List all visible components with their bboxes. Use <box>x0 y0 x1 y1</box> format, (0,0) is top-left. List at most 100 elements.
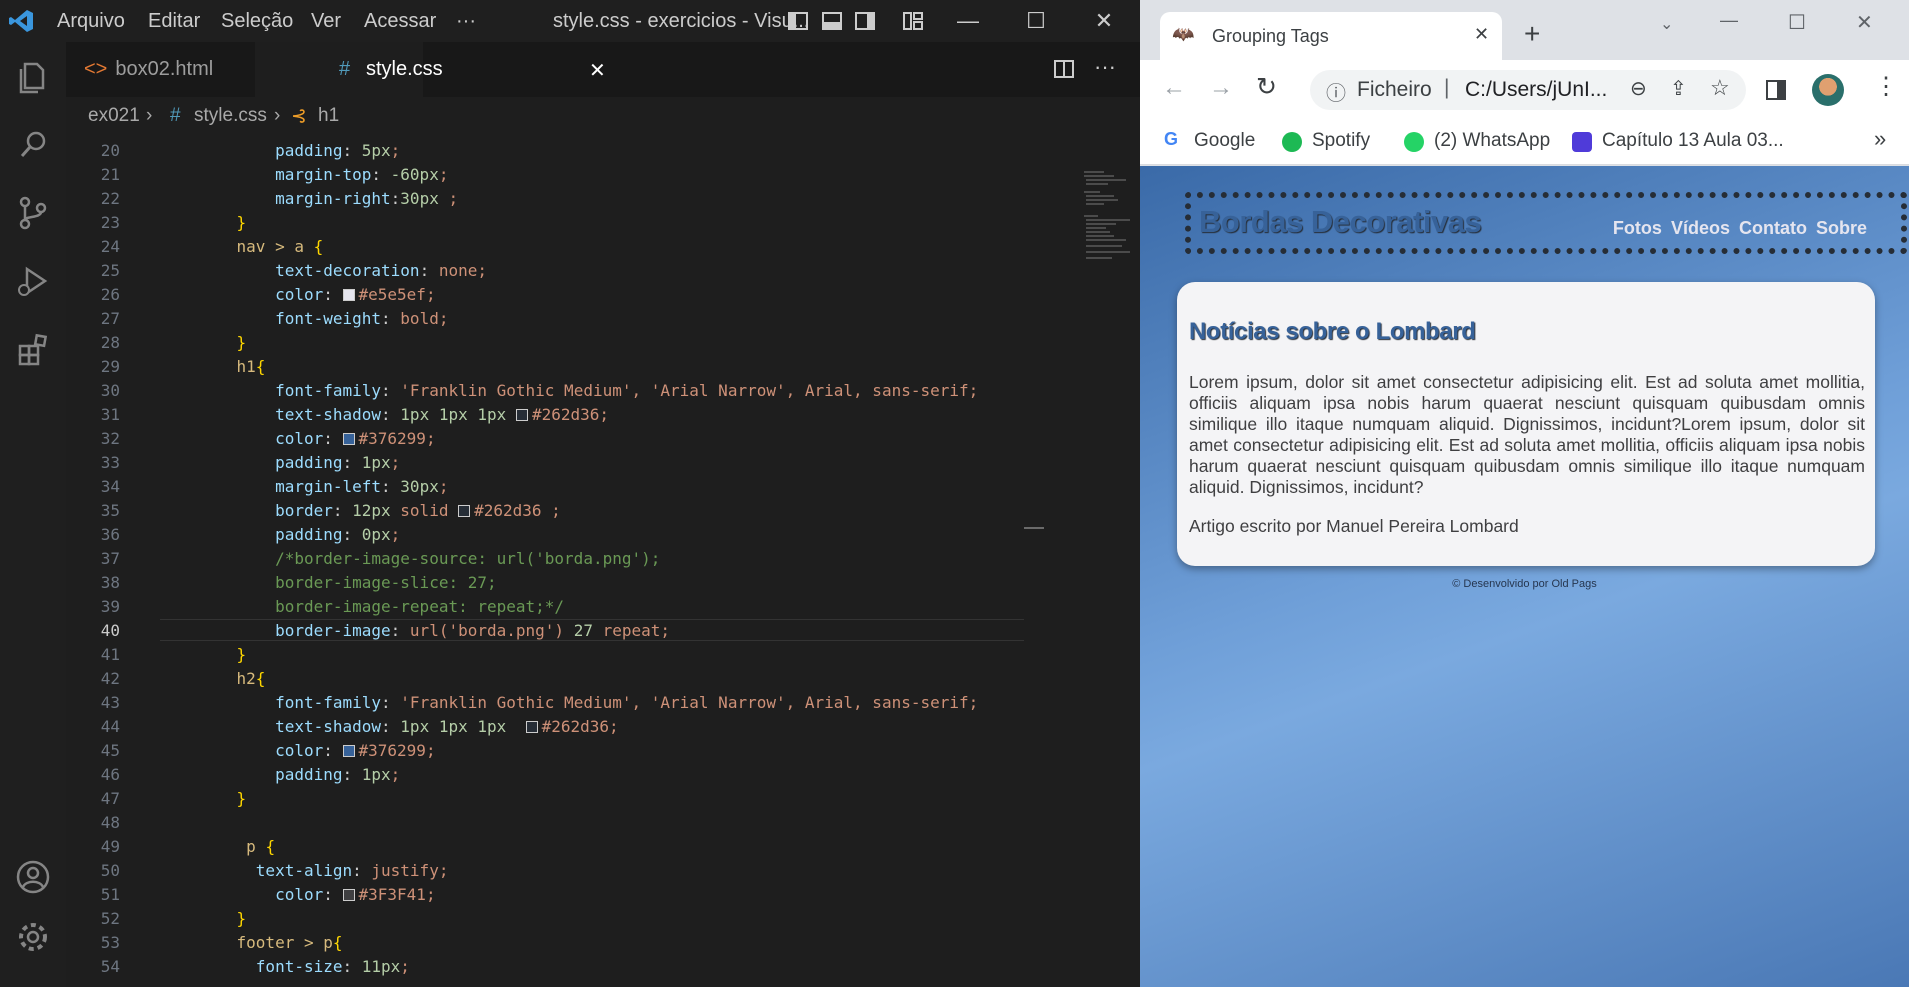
browser-menu-icon[interactable]: ⋮ <box>1874 72 1898 101</box>
code-line[interactable]: /*border-image-source: url('borda.png'); <box>198 549 660 568</box>
toggle-panel-icon[interactable] <box>822 12 842 30</box>
reload-icon[interactable]: ↻ <box>1256 72 1277 102</box>
code-line[interactable]: } <box>198 909 247 928</box>
nav-link-videos[interactable]: Vídeos <box>1671 218 1730 238</box>
maximize-button[interactable]: ☐ <box>1788 10 1806 35</box>
search-icon[interactable] <box>12 124 54 166</box>
nav-link-contato[interactable]: Contato <box>1739 218 1807 238</box>
breadcrumb-symbol[interactable]: h1 <box>318 105 339 127</box>
line-number: 31 <box>100 405 120 424</box>
customize-layout-icon[interactable] <box>903 12 923 30</box>
code-line[interactable]: padding: 1px; <box>198 765 400 784</box>
tab-style-css[interactable]: # style.css ✕ <box>255 42 606 97</box>
settings-gear-icon[interactable] <box>12 916 54 958</box>
menu-editar[interactable]: Editar <box>148 10 200 33</box>
code-line[interactable]: text-shadow: 1px 1px 1px #262d36; <box>198 405 609 424</box>
code-line[interactable]: padding: 5px; <box>198 141 400 160</box>
code-line[interactable]: text-decoration: none; <box>198 261 487 280</box>
menu-arquivo[interactable]: Arquivo <box>57 10 125 33</box>
code-line[interactable]: color: #376299; <box>198 741 436 760</box>
forward-arrow-icon[interactable]: → <box>1209 74 1233 102</box>
side-panel-icon[interactable] <box>1766 80 1786 100</box>
article-title: Notícias sobre o Lombard <box>1189 318 1476 345</box>
code-line[interactable]: font-weight: bold; <box>198 309 448 328</box>
editor-area: <> box02.html # style.css ✕ ··· ex021 › #… <box>66 42 1140 987</box>
new-tab-button[interactable]: + <box>1524 18 1540 50</box>
menu-more[interactable]: ··· <box>456 10 476 33</box>
tab-search-icon[interactable]: ⌄ <box>1660 14 1673 34</box>
bookmark-star-icon[interactable]: ☆ <box>1710 75 1730 101</box>
extensions-icon[interactable] <box>12 328 54 370</box>
browser-tab[interactable]: 🦇 Grouping Tags ✕ <box>1160 12 1502 60</box>
nav-link-sobre[interactable]: Sobre <box>1816 218 1867 238</box>
code-line[interactable]: color: #e5e5ef; <box>198 285 436 304</box>
split-editor-icon[interactable] <box>1054 59 1074 79</box>
code-line[interactable]: } <box>198 789 247 808</box>
code-line[interactable]: border-image-repeat: repeat;*/ <box>198 597 564 616</box>
bookmark-whatsapp[interactable]: (2) WhatsApp <box>1404 128 1554 156</box>
close-tab-icon[interactable]: ✕ <box>1474 24 1489 45</box>
code-line[interactable]: h2{ <box>198 669 266 688</box>
code-line[interactable]: padding: 0px; <box>198 525 400 544</box>
code-line[interactable]: border-image-slice: 27; <box>198 573 497 592</box>
code-line[interactable]: margin-left: 30px; <box>198 477 448 496</box>
close-window-button[interactable]: ✕ <box>1090 8 1118 34</box>
css-hash-icon: # <box>170 105 181 126</box>
accounts-icon[interactable] <box>12 856 54 898</box>
code-line[interactable]: font-family: 'Franklin Gothic Medium', '… <box>198 693 978 712</box>
back-arrow-icon[interactable]: ← <box>1162 74 1186 102</box>
menu-selecao[interactable]: Seleção <box>221 10 293 33</box>
minimize-button[interactable]: — <box>954 8 982 34</box>
maximize-button[interactable]: ☐ <box>1022 8 1050 34</box>
bookmark-spotify[interactable]: Spotify <box>1282 128 1412 156</box>
code-line[interactable]: text-shadow: 1px 1px 1px #262d36; <box>198 717 619 736</box>
code-line[interactable]: } <box>198 333 247 352</box>
line-number: 33 <box>100 453 120 472</box>
code-line[interactable]: font-family: 'Franklin Gothic Medium', '… <box>198 381 978 400</box>
code-line[interactable]: h1{ <box>198 357 266 376</box>
address-bar[interactable]: ⓘ Ficheiro | C:/Users/jUnI... ⊖ ⇪ ☆ <box>1310 70 1746 110</box>
minimap[interactable] <box>1024 135 1140 987</box>
code-line[interactable]: margin-right:30px ; <box>198 189 458 208</box>
code-line[interactable]: nav > a { <box>198 237 324 256</box>
explorer-icon[interactable] <box>12 56 54 98</box>
run-debug-icon[interactable] <box>12 260 54 302</box>
profile-avatar[interactable] <box>1812 74 1844 106</box>
nav-link-fotos[interactable]: Fotos <box>1613 218 1662 238</box>
bookmark-capitulo[interactable]: Capítulo 13 Aula 03... <box>1572 128 1792 156</box>
breadcrumb-file[interactable]: style.css <box>194 105 267 127</box>
window-title: style.css - exercicios - Visu... <box>553 10 810 32</box>
code-line[interactable]: color: #376299; <box>198 429 436 448</box>
bookmark-google[interactable]: G Google <box>1164 128 1274 156</box>
menu-ver[interactable]: Ver <box>311 10 341 33</box>
code-line[interactable]: margin-top: -60px; <box>198 165 448 184</box>
code-line[interactable]: } <box>198 645 247 664</box>
site-footer: © Desenvolvido por Old Pags <box>1452 578 1597 590</box>
code-line[interactable]: } <box>198 213 247 232</box>
minimize-button[interactable]: — <box>1720 10 1738 31</box>
close-tab-icon[interactable]: ✕ <box>589 58 606 83</box>
code-line[interactable]: padding: 1px; <box>198 453 400 472</box>
code-line[interactable]: text-align: justify; <box>198 861 449 880</box>
toggle-primary-sidebar-icon[interactable] <box>788 12 808 30</box>
code-editor[interactable]: 20 padding: 5px; 21 margin-top: -60px; 22 … <box>66 135 1026 987</box>
more-actions-icon[interactable]: ··· <box>1094 54 1116 80</box>
toggle-secondary-sidebar-icon[interactable] <box>855 12 875 30</box>
vscode-titlebar: Arquivo Editar Seleção Ver Acessar ··· s… <box>0 0 1140 42</box>
code-line[interactable]: border: 12px solid #262d36 ; <box>198 501 561 520</box>
omnibox-url: C:/Users/jUnI... <box>1465 78 1608 101</box>
menu-acessar[interactable]: Acessar <box>364 10 436 33</box>
zoom-icon[interactable]: ⊖ <box>1630 76 1647 101</box>
code-line[interactable]: color: #3F3F41; <box>198 885 436 904</box>
line-number: 42 <box>100 669 120 688</box>
breadcrumb-folder[interactable]: ex021 <box>88 105 140 127</box>
share-icon[interactable]: ⇪ <box>1670 76 1687 101</box>
bookmarks-overflow-icon[interactable]: » <box>1874 126 1886 152</box>
code-line[interactable]: font-size: 11px; <box>198 957 410 976</box>
close-window-button[interactable]: ✕ <box>1856 10 1873 35</box>
code-line[interactable]: p { <box>198 837 275 856</box>
code-line[interactable]: border-image: url('borda.png') 27 repeat… <box>198 621 670 640</box>
tab-box02-html[interactable]: <> box02.html <box>84 42 254 97</box>
source-control-icon[interactable] <box>12 192 54 234</box>
code-line[interactable]: footer > p{ <box>198 933 343 952</box>
